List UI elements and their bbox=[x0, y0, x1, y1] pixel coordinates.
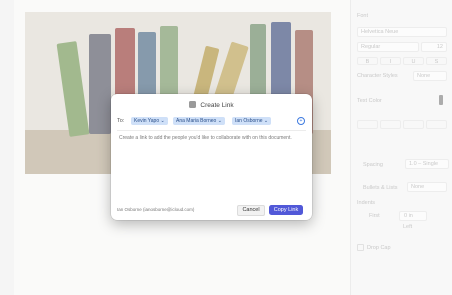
document-icon bbox=[189, 101, 197, 108]
recipients-field[interactable]: To: Kevin Yapo ⌄ Ana Maria Borneo ⌄ Ian … bbox=[117, 117, 306, 127]
dialog-footer: Ian Osborne (ianosborne@icloud.com) Canc… bbox=[117, 205, 306, 216]
recipient-chip[interactable]: Ana Maria Borneo ⌄ bbox=[173, 117, 225, 125]
cancel-button[interactable]: Cancel bbox=[237, 205, 265, 216]
share-link-text: Ian Osborne (ianosborne@icloud.com) bbox=[117, 207, 195, 212]
divider bbox=[117, 130, 306, 131]
app-window: Font Helvetica Neue Regular 12 B I U S C… bbox=[0, 0, 452, 295]
create-link-dialog: Create Link To: Kevin Yapo ⌄ Ana Maria B… bbox=[111, 94, 312, 220]
dialog-title: Create Link bbox=[111, 101, 312, 109]
dialog-title-text: Create Link bbox=[200, 102, 234, 109]
recipient-chip[interactable]: Kevin Yapo ⌄ bbox=[131, 117, 168, 125]
recipient-chip[interactable]: Ian Osborne ⌄ bbox=[232, 117, 272, 125]
add-recipient-icon[interactable]: + bbox=[297, 117, 305, 125]
message-text[interactable]: Create a link to add the people you'd li… bbox=[119, 135, 299, 142]
copy-link-button[interactable]: Copy Link bbox=[269, 205, 303, 215]
to-label: To: bbox=[117, 118, 125, 124]
